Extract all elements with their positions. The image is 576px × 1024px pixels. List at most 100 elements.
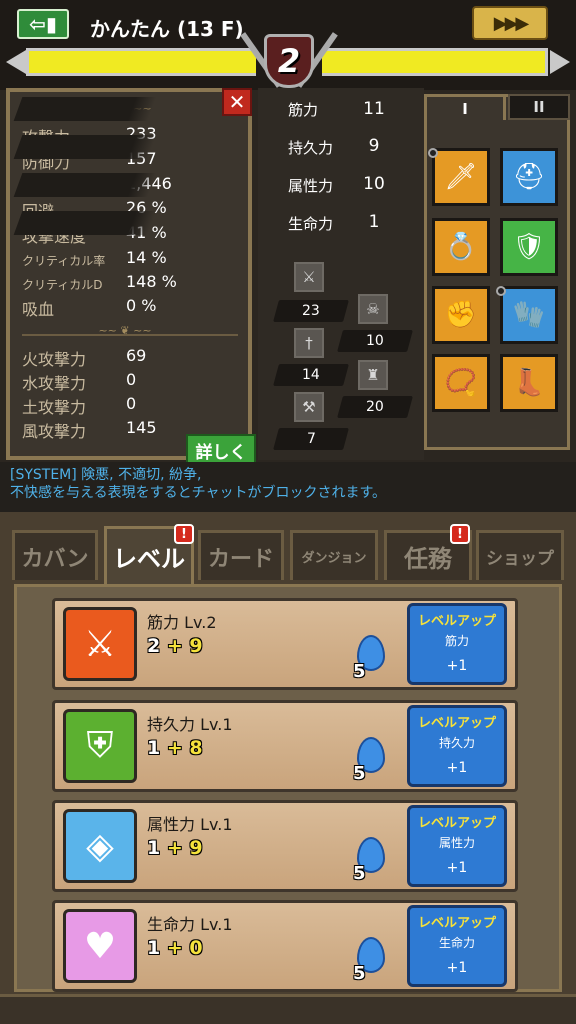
level-up-amount: +1 — [446, 860, 468, 876]
castle-icon: ♜ — [358, 360, 388, 390]
attribute-value: 1 — [368, 212, 380, 232]
top-bar: ⇦▮ かんたん (13 F) ▶▶▶ 2 — [0, 0, 576, 90]
attribute-label: 属性力 — [288, 177, 334, 195]
dagger-icon: † — [294, 328, 324, 358]
stat-label: 吸血 — [22, 300, 55, 319]
sword-icon: 🗡 — [444, 162, 478, 192]
mini-stat-value: 14 — [273, 364, 349, 386]
level-card-endurance: ⛨ 持久力 Lv.1 1 + 8 5 レベルアップ 持久力 +1 — [52, 700, 518, 792]
level-up-label: レベルアップ — [417, 614, 496, 629]
glove-icon: 🧤 — [512, 300, 546, 330]
exit-button[interactable]: ⇦▮ — [17, 9, 69, 39]
cost-drop: 5 — [353, 937, 387, 984]
level-up-amount: +1 — [446, 960, 468, 976]
attribute-value: 11 — [363, 99, 385, 119]
stat-value: 0 — [126, 394, 137, 413]
equip-slot-necklace[interactable]: 📿 — [432, 354, 490, 412]
equipment-tab-1[interactable]: I — [424, 94, 506, 120]
sword-icon: ⚔ — [63, 607, 137, 681]
stat-label: 風攻撃力 — [22, 422, 87, 441]
attribute-label: 筋力 — [288, 101, 319, 119]
axe-icon: ⚒ — [294, 392, 324, 422]
card-title: 筋力 Lv.2 — [147, 613, 217, 632]
cost-value: 5 — [353, 963, 366, 984]
card-value: 1 + 0 — [147, 937, 203, 959]
hp-bar-right — [322, 48, 548, 76]
speed-button[interactable]: ▶▶▶ — [472, 6, 548, 40]
level-up-label: レベルアップ — [417, 816, 496, 831]
tab-dungeon[interactable]: ダンジョン — [290, 530, 378, 580]
card-value: 2 + 9 — [147, 635, 203, 657]
stat-label: 火攻撃力 — [22, 350, 87, 369]
chat-line: 不快感を与える表現をするとチャットがブロックされます。 — [10, 485, 387, 501]
cost-value: 5 — [353, 763, 366, 784]
tab-shop[interactable]: ショップ — [476, 530, 564, 580]
level-up-stat: 属性力 — [438, 836, 475, 850]
level-number: 2 — [277, 42, 301, 80]
tab-card[interactable]: カード — [198, 530, 284, 580]
level-up-label: レベルアップ — [417, 916, 496, 931]
level-up-button[interactable]: レベルアップ 持久力 +1 — [407, 705, 507, 787]
floor-title: かんたん (13 F) — [90, 17, 244, 41]
attribute-value: 10 — [363, 174, 385, 194]
stat-label: クリティカルD — [22, 278, 103, 292]
stat-row: 吸血 0 % — [22, 296, 242, 320]
level-up-amount: +1 — [446, 658, 468, 674]
stat-row: クリティカル率 14 % — [22, 248, 242, 272]
stat-label: 水攻撃力 — [22, 374, 87, 393]
stat-value: 0 — [126, 370, 137, 389]
attribute-row-bg — [13, 97, 157, 121]
stat-row: 土攻撃力 0 — [22, 394, 242, 418]
equip-slot-weapon[interactable]: 🗡 — [432, 148, 490, 206]
element-crystal-icon: ◈ — [63, 809, 137, 883]
level-up-stat: 筋力 — [444, 634, 469, 648]
level-up-amount: +1 — [446, 760, 468, 776]
level-up-button[interactable]: レベルアップ 属性力 +1 — [407, 805, 507, 887]
sword-icon: ⚔ — [294, 262, 324, 292]
stat-value: 0 % — [126, 296, 157, 315]
attribute-label: 持久力 — [288, 139, 334, 157]
level-card-element: ◈ 属性力 Lv.1 1 + 9 5 レベルアップ 属性力 +1 — [52, 800, 518, 892]
card-value: 1 + 9 — [147, 837, 203, 859]
equip-slot-gauntlet[interactable]: ✊ — [432, 286, 490, 344]
equip-slot-glove[interactable]: 🧤 — [500, 286, 558, 344]
mini-stat-value: 10 — [337, 330, 413, 352]
cost-value: 5 — [353, 661, 366, 682]
slot-indicator — [496, 286, 506, 296]
stat-value: 14 % — [126, 248, 167, 267]
equipment-tab-2[interactable]: II — [508, 94, 570, 120]
helmet-icon: ⛑ — [512, 162, 546, 192]
cost-drop: 5 — [353, 635, 387, 682]
equip-slot-helmet[interactable]: ⛑ — [500, 148, 558, 206]
card-value: 1 + 8 — [147, 737, 203, 759]
attribute-value: 9 — [368, 136, 380, 156]
equip-slot-boots[interactable]: 👢 — [500, 354, 558, 412]
mini-stat-value: 23 — [273, 300, 349, 322]
level-notification-badge: ! — [174, 524, 194, 544]
close-stats-button[interactable]: ✕ — [222, 88, 252, 116]
quest-notification-badge: ! — [450, 524, 470, 544]
level-up-button[interactable]: レベルアップ 筋力 +1 — [407, 603, 507, 685]
card-title: 持久力 Lv.1 — [147, 715, 233, 734]
skull-icon: ☠ — [358, 294, 388, 324]
armor-icon: 🛡 — [512, 232, 546, 262]
heart-icon: ♥ — [63, 909, 137, 983]
level-up-button[interactable]: レベルアップ 生命力 +1 — [407, 905, 507, 987]
hp-bar-right-cap — [550, 50, 570, 74]
level-card-vitality: ♥ 生命力 Lv.1 1 + 0 5 レベルアップ 生命力 +1 — [52, 900, 518, 992]
tab-bag[interactable]: カバン — [12, 530, 98, 580]
attribute-row-bg — [13, 173, 157, 197]
level-card-strength: ⚔ 筋力 Lv.2 2 + 9 5 レベルアップ 筋力 +1 — [52, 598, 518, 690]
card-title: 生命力 Lv.1 — [147, 915, 233, 934]
equip-slot-ring[interactable]: 💍 — [432, 218, 490, 276]
equip-slot-armor[interactable]: 🛡 — [500, 218, 558, 276]
bottom-strip — [0, 994, 576, 1024]
exit-door-icon: ⇦▮ — [29, 12, 57, 36]
cost-drop: 5 — [353, 737, 387, 784]
stat-row: 水攻撃力 0 — [22, 370, 242, 394]
attribute-row-bg — [13, 211, 157, 235]
chat-line: [SYSTEM] 険悪, 不適切, 紛争, — [10, 467, 202, 483]
system-chat-message: [SYSTEM] 険悪, 不適切, 紛争, 不快感を与える表現をするとチャットが… — [0, 462, 576, 512]
gauntlet-icon: ✊ — [444, 300, 478, 330]
attribute-label: 生命力 — [288, 215, 334, 233]
